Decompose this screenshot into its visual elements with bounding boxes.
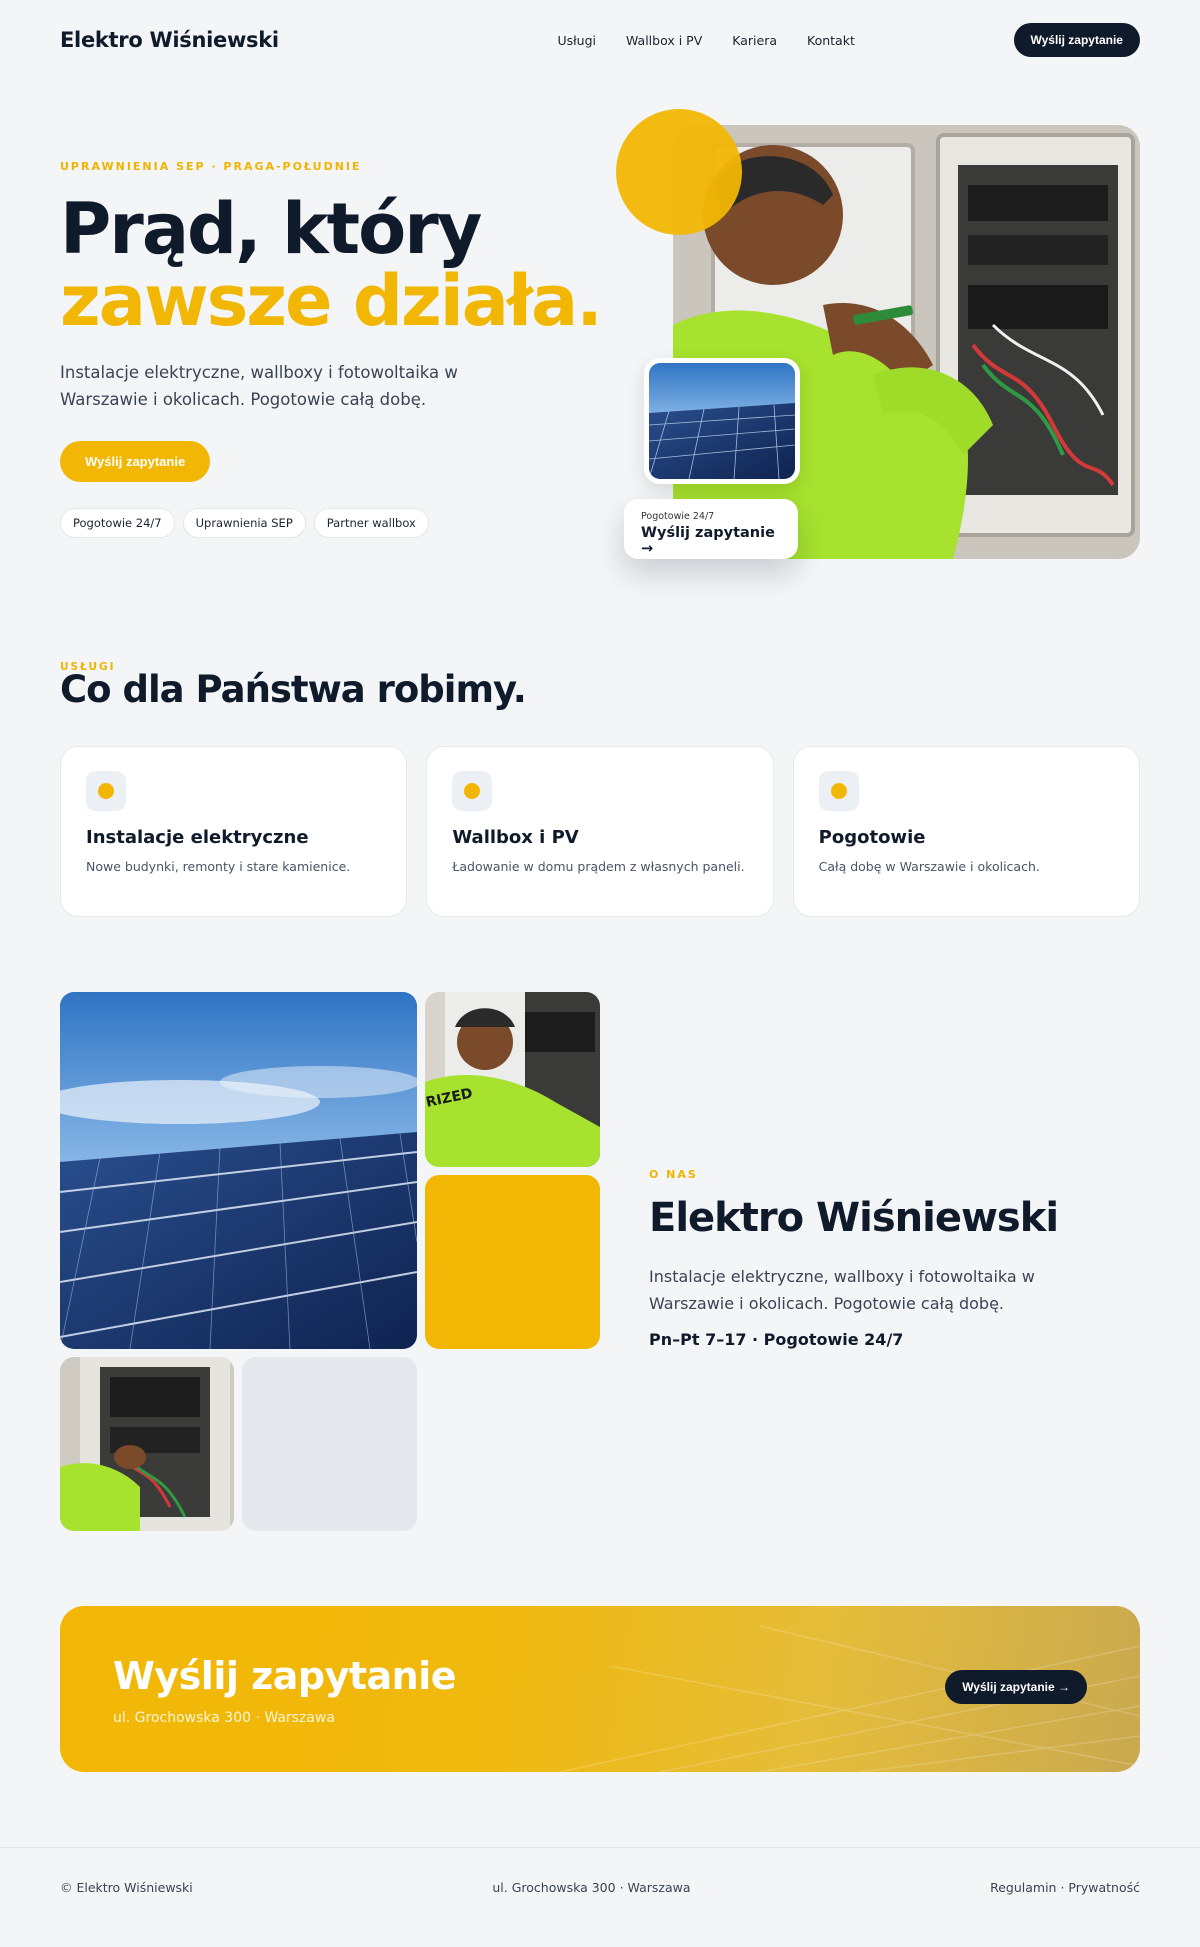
hero-title-line2: zawsze działa. — [60, 260, 603, 342]
nav-link-uslugi[interactable]: Usługi — [557, 33, 596, 48]
hero-solar-thumbnail — [644, 358, 800, 484]
gallery-solar-large — [60, 992, 417, 1349]
cta-title: Wyślij zapytanie — [113, 1654, 457, 1698]
about-text: Instalacje elektryczne, wallboxy i fotow… — [649, 1267, 1035, 1313]
hero-chips: Pogotowie 24/7 Uprawnienia SEP Partner w… — [60, 508, 620, 538]
gallery-placeholder-tile — [242, 1357, 417, 1531]
hero-electrician-photo — [673, 125, 1140, 559]
service-card-desc: Nowe budynki, remonty i stare kamienice. — [86, 859, 351, 874]
hero-title: Prąd, który zawsze działa. — [60, 193, 620, 337]
hero-title-line1: Prąd, który — [60, 188, 482, 270]
hero-lead: Instalacje elektryczne, wallboxy i fotow… — [60, 363, 458, 409]
service-card-title: Wallbox i PV — [452, 827, 579, 848]
hero-eyebrow: UPRAWNIENIA SEP · PRAGA-POŁUDNIE — [60, 160, 362, 173]
footer-address: ul. Grochowska 300 · Warszawa — [492, 1880, 691, 1895]
gallery-electrician-photo: RIZED — [425, 992, 600, 1167]
nav-cta-button[interactable]: Wyślij zapytanie — [1013, 23, 1140, 57]
footer: © Elektro Wiśniewski ul. Grochowska 300 … — [60, 1880, 1140, 1895]
footer-divider — [0, 1847, 1200, 1848]
nav-link-kariera[interactable]: Kariera — [732, 33, 777, 48]
service-card-wallbox[interactable]: Wallbox i PV Ładowanie w domu prądem z w… — [426, 746, 774, 917]
hero-text: UPRAWNIENIA SEP · PRAGA-POŁUDNIE Prąd, k… — [60, 160, 620, 538]
decorative-yellow-circle — [616, 109, 742, 235]
chip-partner-wallbox: Partner wallbox — [313, 508, 429, 538]
about-title: Elektro Wiśniewski — [649, 1195, 1059, 1241]
service-card-desc: Całą dobę w Warszawie i okolicach. — [818, 859, 1040, 874]
top-nav: Elektro Wiśniewski Usługi Wallbox i PV K… — [60, 22, 1140, 58]
chip-pogotowie: Pogotowie 24/7 — [60, 508, 175, 538]
about-hours: Pn–Pt 7–17 · Pogotowie 24/7 — [649, 1330, 904, 1349]
floating-card-link[interactable]: Wyślij zapytanie → — [641, 525, 781, 557]
footer-copyright: © Elektro Wiśniewski — [60, 1880, 193, 1895]
hero-cta-button[interactable]: Wyślij zapytanie — [60, 441, 211, 482]
service-card-desc: Ładowanie w domu prądem z własnych panel… — [452, 859, 745, 874]
services-cards: Instalacje elektryczne Nowe budynki, rem… — [60, 746, 1140, 917]
service-dot-icon — [452, 771, 493, 811]
service-card-instalacje[interactable]: Instalacje elektryczne Nowe budynki, rem… — [60, 746, 408, 917]
chip-uprawnienia: Uprawnienia SEP — [182, 508, 306, 538]
services-title: Co dla Państwa robimy. — [60, 668, 527, 711]
gallery-yellow-block — [425, 1175, 600, 1349]
nav-menu: Usługi Wallbox i PV Kariera Kontakt — [557, 33, 854, 48]
nav-link-wallbox-pv[interactable]: Wallbox i PV — [626, 33, 702, 48]
service-dot-icon — [86, 771, 126, 811]
cta-button[interactable]: Wyślij zapytanie → — [945, 1670, 1087, 1704]
about-eyebrow: O NAS — [649, 1168, 698, 1181]
cta-banner: Wyślij zapytanie ul. Grochowska 300 · Wa… — [60, 1606, 1140, 1772]
cta-address: ul. Grochowska 300 · Warszawa — [113, 1710, 335, 1726]
service-dot-icon — [818, 771, 859, 811]
footer-legal-links[interactable]: Regulamin · Prywatność — [990, 1880, 1140, 1895]
brand-logo[interactable]: Elektro Wiśniewski — [60, 28, 279, 52]
nav-link-kontakt[interactable]: Kontakt — [807, 33, 855, 48]
service-card-title: Instalacje elektryczne — [86, 827, 309, 848]
floating-card-subtitle: Pogotowie 24/7 — [641, 511, 715, 522]
service-card-title: Pogotowie — [818, 827, 926, 848]
service-card-pogotowie[interactable]: Pogotowie Całą dobę w Warszawie i okolic… — [792, 746, 1140, 917]
gallery-fusebox-photo — [60, 1357, 234, 1531]
floating-cta-card[interactable]: Pogotowie 24/7 Wyślij zapytanie → — [624, 499, 798, 559]
about-section: O NAS Elektro Wiśniewski Instalacje elek… — [649, 1168, 1079, 1349]
